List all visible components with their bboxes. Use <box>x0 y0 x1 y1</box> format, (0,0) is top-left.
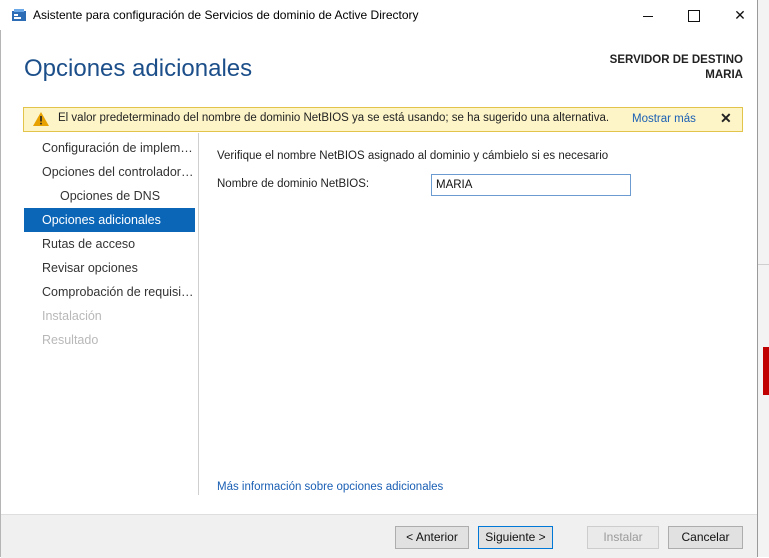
cancel-button[interactable]: Cancelar <box>668 526 743 549</box>
nav-item-paths[interactable]: Rutas de acceso <box>24 232 195 256</box>
destination-server-label: SERVIDOR DE DESTINO <box>609 54 743 66</box>
window-left-edge <box>0 30 1 557</box>
nav-item-prereq-check[interactable]: Comprobación de requisitos previos <box>24 280 195 304</box>
instruction-text: Verifique el nombre NetBIOS asignado al … <box>217 150 609 162</box>
nav-item-deployment-config[interactable]: Configuración de implementación <box>24 136 195 160</box>
more-info-link[interactable]: Más información sobre opciones adicional… <box>217 481 443 493</box>
nav-item-dc-options[interactable]: Opciones del controlador de dominio <box>24 160 195 184</box>
close-icon: ✕ <box>734 7 746 23</box>
minimize-icon <box>643 15 653 17</box>
nav-item-dns-options[interactable]: Opciones de DNS <box>24 184 195 208</box>
background-desktop-strip <box>758 0 769 557</box>
nav-item-additional-options[interactable]: Opciones adicionales <box>24 208 195 232</box>
previous-button[interactable]: < Anterior <box>395 526 469 549</box>
show-more-link[interactable]: Mostrar más <box>632 113 696 125</box>
warning-icon <box>33 112 49 126</box>
title-bar[interactable]: Asistente para configuración de Servicio… <box>0 0 757 30</box>
nav-divider <box>198 133 199 495</box>
maximize-button[interactable] <box>671 0 717 30</box>
next-button[interactable]: Siguiente > <box>478 526 553 549</box>
footer-bar: < Anterior Siguiente > Instalar Cancelar <box>1 514 757 558</box>
wizard-window: Asistente para configuración de Servicio… <box>0 0 758 558</box>
ad-wizard-icon <box>12 9 26 21</box>
close-button[interactable]: ✕ <box>717 0 763 30</box>
nav-item-installation: Instalación <box>42 309 102 323</box>
page-title: Opciones adicionales <box>24 55 253 82</box>
nav-item-results: Resultado <box>42 333 99 347</box>
background-divider <box>758 264 769 265</box>
window-title: Asistente para configuración de Servicio… <box>33 8 419 22</box>
netbios-label: Nombre de dominio NetBIOS: <box>217 178 370 190</box>
warning-bar: El valor predeterminado del nombre de do… <box>23 107 743 132</box>
maximize-icon <box>688 10 700 23</box>
nav-item-review-options[interactable]: Revisar opciones <box>24 256 195 280</box>
warning-text: El valor predeterminado del nombre de do… <box>58 112 610 124</box>
destination-server-name: MARIA <box>705 69 743 81</box>
install-button: Instalar <box>587 526 659 549</box>
background-red-accent <box>763 347 769 395</box>
minimize-button[interactable] <box>625 0 671 30</box>
wizard-nav: Configuración de implementación Opciones… <box>24 136 195 352</box>
netbios-name-input[interactable] <box>431 174 631 196</box>
warning-close-icon[interactable]: ✕ <box>720 110 732 127</box>
